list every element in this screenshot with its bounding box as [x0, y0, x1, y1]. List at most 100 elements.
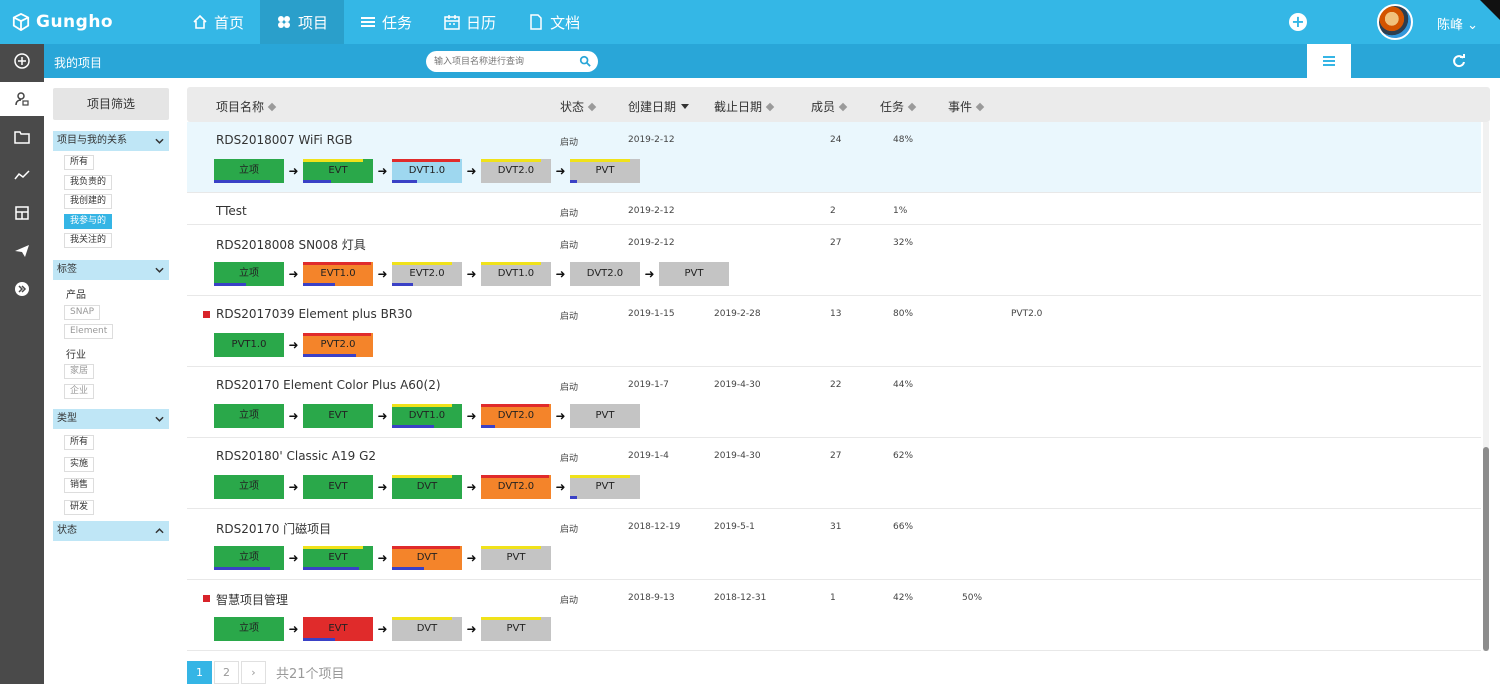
table-row[interactable]: 智慧项目管理 启动 2018-9-13 2018-12-31 1 42% 50% 立项 ➜ EVT…	[187, 580, 1481, 651]
table-row[interactable]: RDS20170 Element Color Plus A60(2) 启动 2019…	[187, 367, 1481, 438]
table-row[interactable]: TTest 启动 2019-2-12 2 1%	[187, 193, 1481, 225]
rail-add[interactable]	[0, 44, 44, 78]
filter-relation-header[interactable]: 项目与我的关系	[53, 131, 169, 151]
stage-box[interactable]: EVT2.0	[392, 262, 462, 286]
tag-option[interactable]: SNAP	[64, 305, 101, 320]
relation-option[interactable]: 我负责的	[64, 174, 113, 190]
type-option[interactable]: 所有	[64, 435, 95, 450]
stage-box[interactable]: DVT1.0	[392, 404, 462, 428]
rail-folder[interactable]	[0, 120, 44, 154]
stage-box[interactable]: EVT1.0	[303, 262, 373, 286]
stage-box[interactable]: EVT	[303, 159, 373, 183]
stage-box[interactable]: 立项	[214, 617, 284, 641]
project-name[interactable]: 智慧项目管理	[216, 591, 288, 608]
stage-box[interactable]: 立项	[214, 475, 284, 499]
search-icon[interactable]	[579, 55, 591, 67]
col-name[interactable]: 项目名称	[216, 98, 277, 115]
stage-box[interactable]: 立项	[214, 546, 284, 570]
type-option[interactable]: 实施	[64, 456, 95, 472]
rail-user[interactable]	[0, 82, 44, 116]
nav-item-3[interactable]: 日历	[428, 0, 512, 44]
nav-item-4[interactable]: 文档	[512, 0, 596, 44]
col-due[interactable]: 截止日期	[714, 98, 775, 115]
col-events[interactable]: 事件	[948, 98, 985, 115]
brand-logo[interactable]: Gungho	[12, 8, 113, 36]
stage-box[interactable]: DVT2.0	[481, 159, 551, 183]
stage-label: PVT2.0	[320, 339, 356, 350]
filter-tags-header[interactable]: 标签	[53, 260, 169, 280]
stage-box[interactable]: DVT2.0	[481, 404, 551, 428]
tag-option[interactable]: Element	[64, 324, 114, 339]
stage-box[interactable]: PVT	[481, 617, 551, 641]
stage-box[interactable]: PVT	[570, 404, 640, 428]
project-name[interactable]: RDS2018007 WiFi RGB	[216, 133, 352, 147]
table-row[interactable]: RDS2018008 SN008 灯具 启动 2019-2-12 27 32% 立项 ➜ EV…	[187, 225, 1481, 296]
stage-box[interactable]: PVT1.0	[214, 333, 284, 357]
nav-item-1[interactable]: 项目	[260, 0, 345, 44]
stage-box[interactable]: EVT	[303, 617, 373, 641]
avatar[interactable]	[1377, 4, 1413, 40]
tag-option[interactable]: 企业	[64, 384, 95, 399]
col-status[interactable]: 状态	[560, 98, 597, 115]
stage-box[interactable]: EVT	[303, 404, 373, 428]
filter-title[interactable]: 项目筛选	[53, 88, 169, 120]
stage-box[interactable]: DVT1.0	[481, 262, 551, 286]
stage-box[interactable]: 立项	[214, 159, 284, 183]
col-tasks[interactable]: 任务	[880, 98, 917, 115]
user-menu[interactable]: 陈峰 ⌄	[1437, 14, 1478, 33]
stage-box[interactable]: EVT	[303, 475, 373, 499]
relation-option[interactable]: 我参与的	[64, 213, 113, 229]
rail-dashboard[interactable]	[0, 196, 44, 230]
relation-option[interactable]: 我关注的	[64, 233, 113, 248]
project-phase: PVT2.0	[1011, 309, 1043, 319]
stage-box[interactable]: DVT1.0	[392, 159, 462, 183]
stage-box[interactable]: DVT	[392, 546, 462, 570]
stage-box[interactable]: 立项	[214, 262, 284, 286]
table-row[interactable]: RDS20180' Classic A19 G2 启动 2019-1-4 2019-4…	[187, 438, 1481, 509]
rail-send[interactable]	[0, 234, 44, 268]
tag-option[interactable]: 家居	[64, 364, 95, 379]
scroll-thumb[interactable]	[1483, 447, 1489, 651]
project-name[interactable]: RDS2017039 Element plus BR30	[216, 307, 412, 321]
vertical-scrollbar[interactable]	[1483, 122, 1489, 651]
page-button[interactable]: 1	[187, 661, 212, 684]
stage-box[interactable]: PVT2.0	[303, 333, 373, 357]
refresh-icon[interactable]	[1452, 54, 1466, 68]
table-row[interactable]: RDS20170 门磁项目 启动 2018-12-19 2019-5-1 31 66% 立项…	[187, 509, 1481, 580]
project-name[interactable]: RDS20170 Element Color Plus A60(2)	[216, 378, 441, 392]
stage-box[interactable]: DVT	[392, 617, 462, 641]
relation-option[interactable]: 我创建的	[64, 194, 113, 209]
add-icon[interactable]: +	[1289, 13, 1307, 31]
filter-type-header[interactable]: 类型	[53, 409, 169, 429]
page-button[interactable]: 2	[214, 661, 239, 684]
type-option[interactable]: 研发	[64, 499, 95, 515]
next-page-button[interactable]: ›	[241, 661, 266, 684]
stage-box[interactable]: DVT2.0	[570, 262, 640, 286]
stage-box[interactable]: DVT2.0	[481, 475, 551, 499]
stage-box[interactable]: EVT	[303, 546, 373, 570]
rail-expand[interactable]	[0, 272, 44, 306]
nav-item-2[interactable]: 任务	[344, 0, 428, 44]
stage-box[interactable]: 立项	[214, 404, 284, 428]
stage-box[interactable]: PVT	[570, 475, 640, 499]
project-name[interactable]: RDS2018008 SN008 灯具	[216, 236, 366, 253]
arrow-right-icon: ➜	[288, 409, 299, 423]
col-created[interactable]: 创建日期	[628, 98, 690, 115]
table-row[interactable]: RDS2017039 Element plus BR30 启动 2019-1-15 2…	[187, 296, 1481, 367]
col-members[interactable]: 成员	[811, 98, 848, 115]
project-name[interactable]: RDS20170 门磁项目	[216, 520, 331, 537]
relation-option[interactable]: 所有	[64, 155, 95, 170]
project-name[interactable]: TTest	[216, 204, 247, 218]
type-option[interactable]: 销售	[64, 478, 95, 493]
search-input[interactable]	[434, 54, 574, 69]
list-view-button[interactable]	[1307, 44, 1351, 78]
stage-box[interactable]: DVT	[392, 475, 462, 499]
stage-box[interactable]: PVT	[570, 159, 640, 183]
stage-box[interactable]: PVT	[659, 262, 729, 286]
stage-box[interactable]: PVT	[481, 546, 551, 570]
table-row[interactable]: RDS2018007 WiFi RGB 启动 2019-2-12 24 48% 立项 ➜ EV…	[187, 122, 1481, 193]
rail-trend[interactable]	[0, 158, 44, 192]
nav-item-0[interactable]: 首页	[176, 0, 260, 44]
filter-status-header[interactable]: 状态	[53, 521, 169, 541]
project-name[interactable]: RDS20180' Classic A19 G2	[216, 449, 376, 463]
